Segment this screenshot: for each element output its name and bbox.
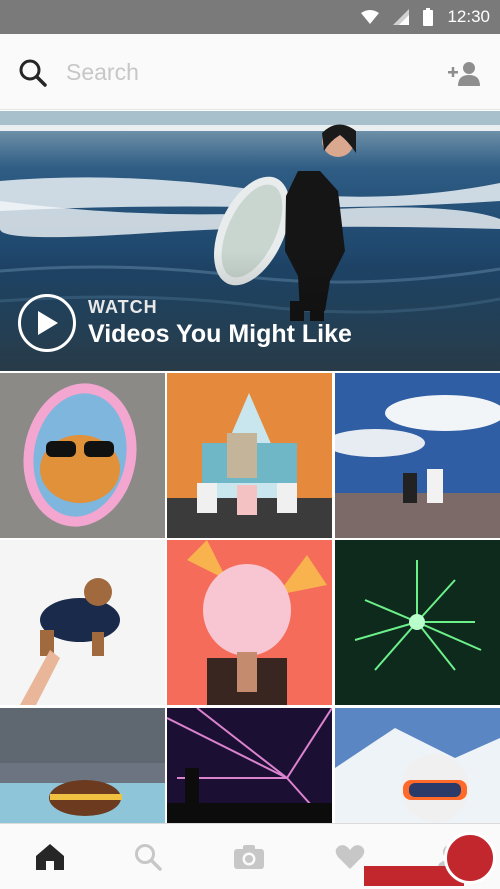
play-button[interactable] — [18, 294, 76, 352]
nav-camera[interactable] — [232, 842, 266, 872]
hero-title: Videos You Might Like — [88, 320, 352, 348]
hero-gradient — [0, 251, 500, 371]
grid-tile-burger[interactable] — [0, 708, 165, 823]
wifi-icon — [361, 10, 380, 24]
hero-kicker: WATCH — [88, 297, 158, 317]
nav-home[interactable] — [33, 842, 67, 872]
heart-icon — [335, 845, 365, 869]
play-icon — [38, 311, 58, 335]
home-icon — [36, 844, 64, 870]
search-icon — [135, 844, 162, 871]
watermark-emblem — [444, 832, 496, 884]
grid-tile-cat-mirror[interactable] — [0, 373, 165, 538]
watermark-logo — [364, 828, 500, 889]
grid-tile-tent-view[interactable] — [167, 373, 332, 538]
nav-activity[interactable] — [333, 842, 367, 872]
grid-tile-fireworks[interactable] — [335, 540, 500, 705]
explore-grid — [0, 373, 500, 823]
camera-icon — [234, 845, 264, 869]
add-user-icon[interactable] — [448, 60, 482, 88]
signal-icon — [393, 9, 410, 25]
search-input[interactable] — [66, 54, 426, 90]
grid-tile-concert[interactable] — [167, 708, 332, 823]
video-hero[interactable]: WATCH Videos You Might Like — [0, 111, 500, 371]
status-time: 12:30 — [447, 7, 490, 26]
status-bar: 12:30 — [0, 0, 500, 34]
battery-icon — [423, 8, 434, 26]
grid-tile-cotton-candy[interactable] — [167, 540, 332, 705]
nav-search[interactable] — [131, 842, 165, 872]
grid-tile-dog-dress[interactable] — [0, 540, 165, 705]
grid-tile-canyon[interactable] — [335, 373, 500, 538]
search-bar — [0, 34, 500, 110]
search-icon[interactable] — [18, 58, 48, 88]
grid-tile-skier[interactable] — [335, 708, 500, 823]
